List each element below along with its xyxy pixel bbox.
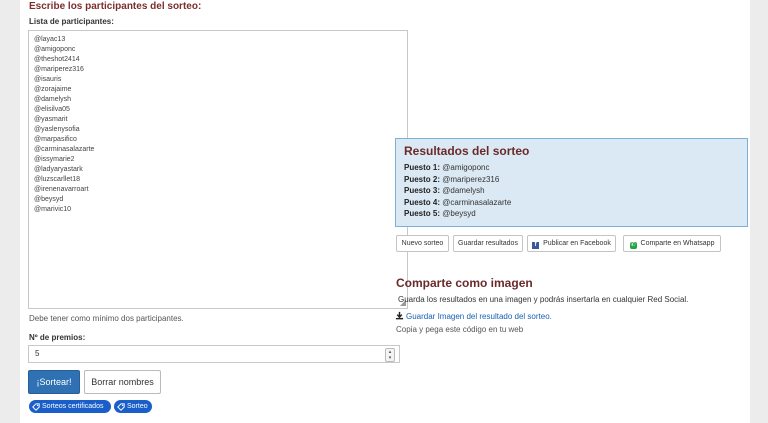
prizes-label: Nº de premios: — [29, 333, 86, 342]
facebook-icon: f — [532, 242, 540, 249]
result-winner: @damelysh — [442, 186, 485, 195]
result-winner: @mariperez316 — [442, 174, 500, 184]
participant-line: @issymarie2 — [34, 156, 75, 163]
results-panel: Resultados del sorteo Puesto 1: @amigopo… — [395, 138, 748, 227]
result-position: Puesto 3: — [404, 186, 441, 195]
result-winner: @beysyd — [442, 209, 476, 218]
participant-line: @marivic10 — [34, 206, 72, 213]
result-position: Puesto 4: — [404, 197, 441, 207]
participant-line: @luzscarllet18 — [34, 176, 81, 183]
tag-label: Sorteo — [127, 403, 148, 410]
result-position: Puesto 2: — [404, 174, 441, 184]
min-participants-hint: Debe tener como mínimo dos participantes… — [29, 314, 184, 323]
new-draw-button[interactable]: Nuevo sorteo — [396, 235, 449, 252]
participant-line: @ladyaryastark — [34, 166, 83, 173]
share-image-title: Comparte como imagen — [396, 276, 533, 290]
prizes-number-input[interactable]: 5 ▴ ▾ — [28, 345, 400, 363]
whatsapp-icon: ✆ — [629, 242, 637, 249]
participant-line: @marpasifico — [34, 136, 77, 143]
number-stepper-icon[interactable]: ▴ ▾ — [385, 348, 395, 362]
result-row: Puesto 1: @amigoponc — [404, 162, 739, 174]
tag-draw[interactable]: Sorteo — [114, 400, 152, 413]
share-facebook-label: Publicar en Facebook — [543, 240, 611, 247]
save-image-label: Guardar Imagen del resultado del sorteo. — [406, 312, 552, 321]
participant-line: @zorajaime — [34, 86, 72, 93]
share-whatsapp-button[interactable]: ✆ Comparte en Whatsapp — [623, 235, 721, 252]
participant-line: @damelysh — [34, 96, 72, 103]
result-row: Puesto 4: @carminasalazarte — [404, 197, 739, 209]
tag-label: Sorteos certificados — [42, 403, 104, 410]
result-row: Puesto 2: @mariperez316 — [404, 174, 739, 186]
participant-line: @amigoponc — [34, 46, 76, 53]
participant-line: @irenenavarroart — [34, 186, 89, 193]
draw-button[interactable]: ¡Sortear! — [28, 370, 80, 394]
result-row: Puesto 3: @damelysh — [404, 185, 739, 197]
page: Escribe los participantes del sorteo: Li… — [20, 0, 750, 423]
save-results-button[interactable]: Guardar resultados — [453, 235, 523, 252]
share-image-description: Guarda los resultados en una imagen y po… — [398, 295, 689, 304]
participant-line: @yasmarit — [34, 116, 68, 123]
result-position: Puesto 1: — [404, 163, 441, 172]
participant-line: @beysyd — [34, 196, 64, 203]
participant-line: @yaslenysofia — [34, 126, 80, 133]
share-facebook-button[interactable]: f Publicar en Facebook — [527, 235, 616, 252]
section-title: Escribe los participantes del sorteo: — [29, 1, 202, 12]
participants-textarea[interactable]: @layac13 @amigoponc @theshot2414 @maripe… — [28, 30, 408, 309]
save-image-link[interactable]: Guardar Imagen del resultado del sorteo. — [395, 311, 552, 321]
participant-line: @elisilva05 — [34, 106, 70, 113]
embed-code-hint: Copia y pega este código en tu web — [396, 325, 524, 334]
tag-icon — [117, 402, 125, 411]
result-position: Puesto 5: — [404, 209, 441, 218]
participant-line: @theshot2414 — [34, 56, 80, 63]
result-winner: @amigoponc — [442, 163, 490, 172]
clear-names-button[interactable]: Borrar nombres — [84, 370, 161, 394]
participant-line: @layac13 — [34, 36, 66, 43]
participants-label: Lista de participantes: — [29, 17, 114, 26]
share-whatsapp-label: Comparte en Whatsapp — [640, 240, 715, 247]
participant-line: @carminasalazarte — [34, 146, 95, 153]
result-row: Puesto 5: @beysyd — [404, 208, 739, 220]
prizes-value: 5 — [35, 349, 40, 358]
result-winner: @carminasalazarte — [442, 197, 512, 207]
participant-line: @mariperez316 — [34, 66, 84, 73]
participant-line: @isauris — [34, 76, 62, 83]
results-title: Resultados del sorteo — [404, 144, 530, 158]
tag-icon — [32, 402, 40, 411]
download-icon — [395, 311, 404, 320]
tag-certified-draws[interactable]: Sorteos certificados — [29, 400, 111, 413]
